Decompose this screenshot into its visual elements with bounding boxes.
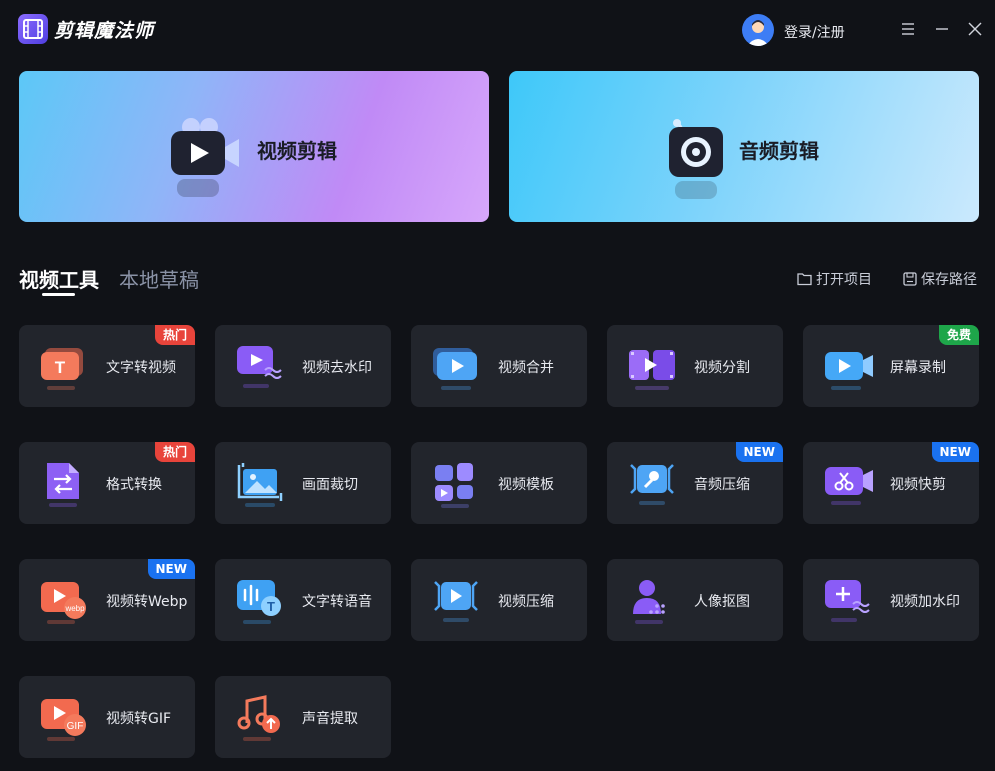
tool-card-audio-compress[interactable]: 音频压缩 NEW — [607, 442, 783, 524]
video-compress-icon — [431, 576, 483, 628]
svg-text:T: T — [55, 358, 66, 377]
minimize-icon[interactable] — [931, 18, 953, 40]
open-project-label: 打开项目 — [816, 272, 872, 288]
audio-speaker-icon — [667, 117, 731, 209]
save-path-label: 保存路径 — [921, 272, 977, 288]
app-title: 剪辑魔法师 — [54, 20, 155, 42]
title-bar: 剪辑魔法师 登录/注册 — [0, 0, 995, 60]
tool-label: 视频快剪 — [890, 477, 946, 493]
tool-label: 文字转视频 — [106, 360, 176, 376]
screen-record-icon — [823, 342, 875, 394]
video-to-webp-icon: webp — [39, 576, 91, 628]
active-tab-indicator — [42, 293, 75, 296]
video-merge-icon — [431, 342, 483, 394]
svg-text:T: T — [267, 599, 275, 614]
svg-text:webp: webp — [64, 604, 85, 613]
tool-label: 文字转语音 — [302, 594, 372, 610]
video-to-gif-icon: GIF — [39, 693, 91, 745]
save-icon — [903, 272, 917, 286]
tool-label: 视频加水印 — [890, 594, 960, 610]
hot-badge: 热门 — [154, 325, 195, 345]
tool-label: 视频转GIF — [106, 711, 172, 727]
tab-video-tools[interactable]: 视频工具 — [19, 264, 99, 293]
hot-badge: 热门 — [154, 442, 195, 462]
tool-label: 视频模板 — [498, 477, 554, 493]
tool-label: 视频转Webp — [106, 594, 188, 610]
tool-label: 格式转换 — [106, 477, 162, 493]
audio-edit-label: 音频剪辑 — [739, 139, 819, 163]
folder-icon — [797, 273, 812, 286]
video-edit-banner[interactable]: 视频剪辑 — [19, 71, 489, 222]
tab-local-drafts[interactable]: 本地草稿 — [119, 264, 199, 293]
video-edit-label: 视频剪辑 — [257, 139, 337, 163]
video-template-icon — [431, 459, 483, 511]
text-to-video-icon: T — [39, 342, 91, 394]
crop-icon — [235, 459, 287, 511]
tool-card-video-compress[interactable]: 视频压缩 — [411, 559, 587, 641]
tool-card-video-to-webp[interactable]: webp 视频转Webp NEW — [19, 559, 195, 641]
tool-card-add-watermark[interactable]: 视频加水印 — [803, 559, 979, 641]
remove-watermark-icon — [235, 342, 287, 394]
svg-text:GIF: GIF — [67, 721, 84, 732]
tool-card-screen-record[interactable]: 屏幕录制 免费 — [803, 325, 979, 407]
new-badge: NEW — [147, 559, 195, 579]
quick-cut-icon — [823, 459, 875, 511]
tool-card-quick-cut[interactable]: 视频快剪 NEW — [803, 442, 979, 524]
tool-card-video-split[interactable]: 视频分割 — [607, 325, 783, 407]
format-convert-icon — [39, 459, 91, 511]
close-icon[interactable] — [964, 18, 986, 40]
tool-card-format-convert[interactable]: 格式转换 热门 — [19, 442, 195, 524]
tool-card-video-merge[interactable]: 视频合并 — [411, 325, 587, 407]
tool-label: 屏幕录制 — [890, 360, 946, 376]
tool-card-audio-extract[interactable]: 声音提取 — [215, 676, 391, 758]
new-badge: NEW — [735, 442, 783, 462]
audio-edit-banner[interactable]: 音频剪辑 — [509, 71, 979, 222]
new-badge: NEW — [931, 442, 979, 462]
tool-label: 画面裁切 — [302, 477, 358, 493]
tool-label: 视频去水印 — [302, 360, 372, 376]
tool-card-video-to-gif[interactable]: GIF 视频转GIF — [19, 676, 195, 758]
tool-label: 视频压缩 — [498, 594, 554, 610]
tool-label: 视频合并 — [498, 360, 554, 376]
audio-extract-icon — [235, 693, 287, 745]
login-register-link[interactable]: 登录/注册 — [784, 22, 845, 42]
menu-icon[interactable] — [897, 18, 919, 40]
save-path-button[interactable]: 保存路径 — [903, 269, 977, 289]
tool-card-remove-watermark[interactable]: 视频去水印 — [215, 325, 391, 407]
tool-card-portrait-cutout[interactable]: 人像抠图 — [607, 559, 783, 641]
user-avatar-icon[interactable] — [742, 14, 774, 46]
free-badge: 免费 — [938, 325, 979, 345]
tool-label: 人像抠图 — [694, 594, 750, 610]
tool-label: 声音提取 — [302, 711, 358, 727]
add-watermark-icon — [823, 576, 875, 628]
text-to-speech-icon: T — [235, 576, 287, 628]
app-logo-icon — [18, 14, 48, 44]
tool-label: 音频压缩 — [694, 477, 750, 493]
video-split-icon — [627, 342, 679, 394]
portrait-cutout-icon — [627, 576, 679, 628]
tool-label: 视频分割 — [694, 360, 750, 376]
video-camera-icon — [169, 115, 241, 209]
tool-card-crop[interactable]: 画面裁切 — [215, 442, 391, 524]
audio-compress-icon — [627, 459, 679, 511]
tool-card-text-to-speech[interactable]: T 文字转语音 — [215, 559, 391, 641]
tool-card-text-to-video[interactable]: T 文字转视频 热门 — [19, 325, 195, 407]
open-project-button[interactable]: 打开项目 — [797, 269, 872, 289]
tool-card-video-template[interactable]: 视频模板 — [411, 442, 587, 524]
